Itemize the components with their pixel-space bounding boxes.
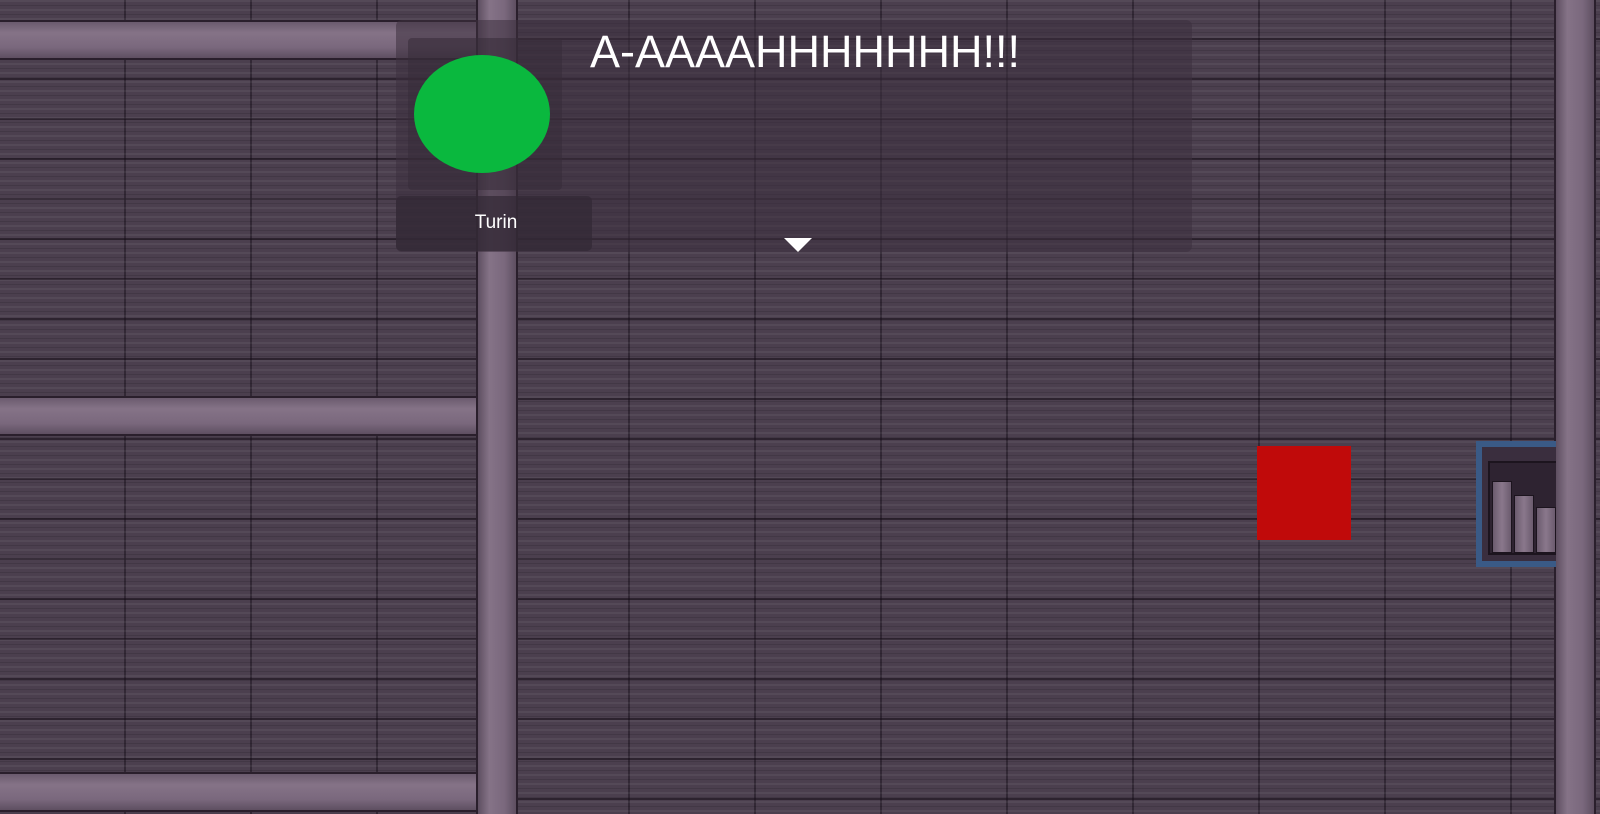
wall-beam-middle (0, 396, 478, 436)
red-object[interactable] (1257, 446, 1351, 540)
wall-beam-right (1554, 0, 1596, 814)
speaker-name: Turin (474, 212, 518, 233)
chevron-down-icon[interactable] (784, 238, 812, 252)
book (1514, 495, 1534, 553)
book (1536, 507, 1556, 553)
bookshelf-interior (1488, 461, 1556, 555)
wall-beam-bottom (0, 772, 478, 812)
bookshelf[interactable] (1476, 441, 1556, 567)
speaker-portrait (414, 55, 550, 173)
dialog-text: A-AAAAHHHHHHH!!! (590, 26, 1021, 77)
book (1492, 481, 1512, 553)
